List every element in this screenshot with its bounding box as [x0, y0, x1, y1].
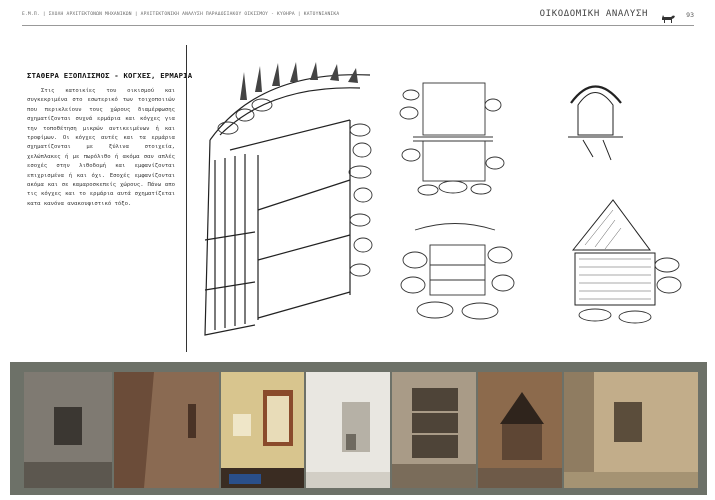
gabled-niche-sketch: [555, 195, 695, 330]
gabled-niche-photo: [478, 372, 562, 488]
lintel-niche-sketch: [393, 55, 508, 200]
cupboard-sketch: [200, 60, 380, 345]
section-title: ΣΤΑΘΕΡΑ ΕΞΟΠΛΙΣΜΟΣ - ΚΟΓΧΕΣ, ΕΡΜΑΡΙΑ: [27, 71, 193, 80]
ruined-wall-niche-photo: [564, 372, 698, 488]
white-niche-photo: [306, 372, 390, 488]
page-header: Ε.Μ.Π. | ΣΧΟΛΗ ΑΡΧΙΤΕΚΤΟΝΩΝ ΜΗΧΑΝΙΚΩΝ | …: [22, 8, 694, 24]
photo-strip: [10, 362, 707, 495]
column-divider: [186, 45, 187, 352]
brown-wall-niche-photo: [114, 372, 219, 488]
section-body-text: Στις κατοικίες του οικισμού και συγκεκρι…: [27, 88, 175, 207]
stone-niche-sketch: [395, 215, 520, 330]
interior-cupboard-photo: [221, 372, 304, 488]
stone-cupboard-photo: [392, 372, 476, 488]
header-breadcrumb: Ε.Μ.Π. | ΣΧΟΛΗ ΑΡΧΙΤΕΚΤΟΝΩΝ ΜΗΧΑΝΙΚΩΝ | …: [22, 12, 340, 17]
goat-icon: [660, 10, 676, 23]
page-number: 93: [686, 11, 694, 19]
header-rule: [22, 25, 694, 26]
plastered-niche-photo: [24, 372, 112, 488]
arched-niche-sketch: [553, 65, 638, 165]
header-title: ΟΙΚΟΔΟΜΙΚΗ ΑΝΑΛΥΣΗ: [539, 9, 648, 19]
